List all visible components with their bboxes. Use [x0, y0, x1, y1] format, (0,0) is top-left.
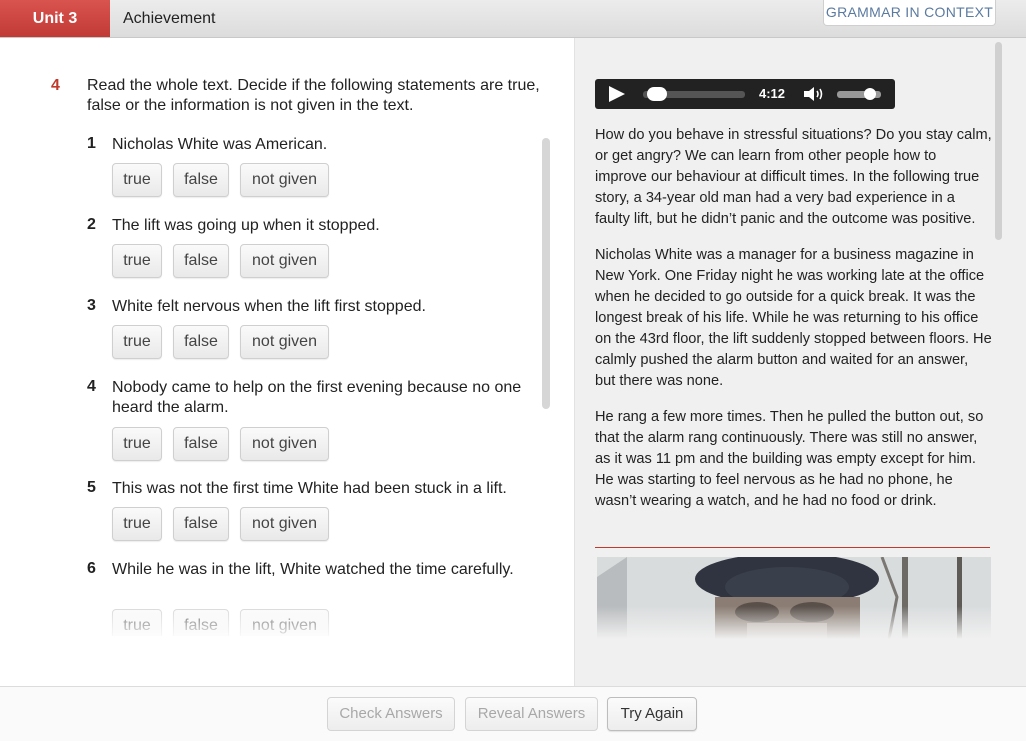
question-number: 3 [87, 297, 96, 314]
choice-false-button[interactable]: false [173, 609, 229, 636]
question-list-scrollbar[interactable] [542, 138, 550, 409]
choice-not-given-button[interactable]: not given [240, 609, 329, 636]
choice-true-button[interactable]: true [112, 163, 162, 197]
unit-title: Achievement [123, 10, 216, 27]
audio-player: 4:12 [595, 79, 895, 109]
photo-fade-overlay [597, 557, 991, 639]
reading-paragraph: Nicholas White was a manager for a busin… [595, 247, 992, 389]
choice-not-given-button[interactable]: not given [240, 427, 329, 461]
reading-paragraph: How do you behave in stressful situation… [595, 127, 992, 227]
question-text: Nobody came to help on the first evening… [112, 379, 522, 416]
choice-true-button[interactable]: true [112, 427, 162, 461]
question-list[interactable]: 1 Nicholas White was American. true fals… [80, 134, 540, 636]
grammar-in-context-tab[interactable]: GRAMMAR IN CONTEXT [823, 0, 996, 26]
play-icon[interactable] [609, 86, 625, 102]
question-number: 2 [87, 216, 96, 233]
choice-false-button[interactable]: false [173, 427, 229, 461]
question-text: Nicholas White was American. [112, 136, 328, 153]
story-photo [597, 557, 991, 639]
choice-not-given-button[interactable]: not given [240, 163, 329, 197]
choice-true-button[interactable]: true [112, 244, 162, 278]
check-answers-button[interactable]: Check Answers [327, 697, 455, 731]
question-number: 6 [87, 560, 96, 577]
speaker-icon[interactable] [802, 85, 826, 103]
unit-tab[interactable]: Unit 3 [0, 0, 110, 37]
choice-true-button[interactable]: true [112, 609, 162, 636]
footer-bar: Check Answers Reveal Answers Try Again [0, 686, 1026, 741]
question-text: The lift was going up when it stopped. [112, 217, 380, 234]
choice-false-button[interactable]: false [173, 163, 229, 197]
question-number: 5 [87, 479, 96, 496]
volume-handle[interactable] [864, 88, 877, 100]
exercise-number: 4 [51, 77, 60, 94]
reveal-answers-button[interactable]: Reveal Answers [465, 697, 598, 731]
exercise-pane: 4 Read the whole text. Decide if the fol… [0, 38, 574, 686]
exercise-instruction: Read the whole text. Decide if the follo… [87, 77, 540, 114]
reading-pane: 4:12 How do you behave in stressful situ… [574, 38, 1026, 686]
reading-paragraph: He rang a few more times. Then he pulled… [595, 409, 984, 509]
try-again-button[interactable]: Try Again [607, 697, 697, 731]
choice-false-button[interactable]: false [173, 507, 229, 541]
choice-true-button[interactable]: true [112, 507, 162, 541]
question-text: White felt nervous when the lift first s… [112, 298, 426, 315]
choice-true-button[interactable]: true [112, 325, 162, 359]
question-text: This was not the first time White had be… [112, 480, 507, 497]
reading-scrollbar[interactable] [995, 42, 1002, 240]
choice-not-given-button[interactable]: not given [240, 325, 329, 359]
question-number: 1 [87, 135, 96, 152]
question-number: 4 [87, 378, 96, 395]
choice-false-button[interactable]: false [173, 244, 229, 278]
section-divider [595, 547, 990, 548]
choice-not-given-button[interactable]: not given [240, 507, 329, 541]
audio-time: 4:12 [759, 86, 786, 101]
choice-false-button[interactable]: false [173, 325, 229, 359]
top-header: Unit 3 Achievement GRAMMAR IN CONTEXT [0, 0, 1026, 38]
question-text: While he was in the lift, White watched … [112, 561, 514, 578]
audio-progress-handle[interactable] [647, 87, 668, 101]
choice-not-given-button[interactable]: not given [240, 244, 329, 278]
